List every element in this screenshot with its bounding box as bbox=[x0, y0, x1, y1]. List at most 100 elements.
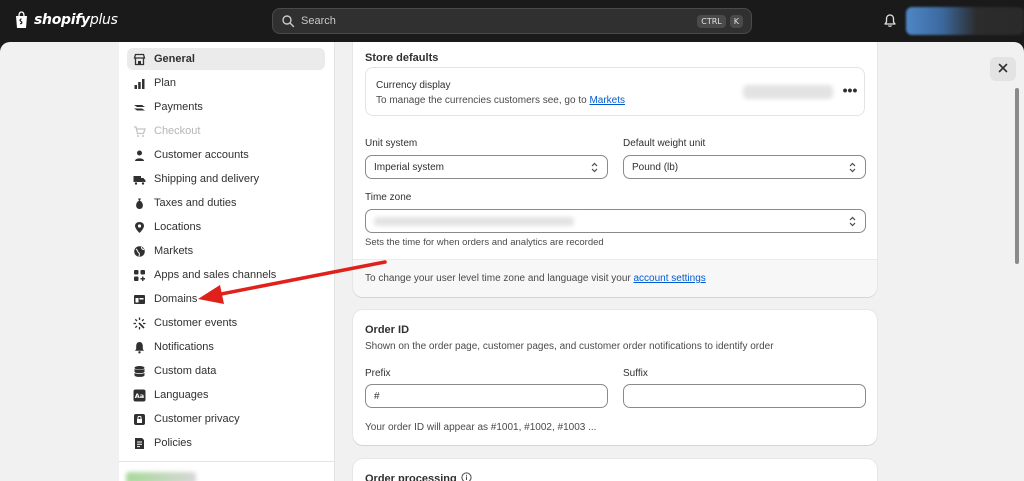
sidebar-item-label: Custom data bbox=[154, 365, 217, 377]
lock-icon bbox=[133, 413, 146, 426]
sidebar-item-shipping[interactable]: Shipping and delivery bbox=[127, 168, 325, 190]
sidebar-item-label: Markets bbox=[154, 245, 194, 257]
location-icon bbox=[133, 221, 146, 234]
suffix-input[interactable] bbox=[623, 384, 866, 408]
order-id-card: Order ID Shown on the order page, custom… bbox=[353, 310, 877, 445]
events-icon bbox=[133, 317, 146, 330]
order-id-desc: Shown on the order page, customer pages,… bbox=[365, 341, 774, 352]
sidebar-item-label: Locations bbox=[154, 221, 202, 233]
footer-desc: To change your user level time zone and … bbox=[365, 273, 631, 284]
select-chevron-icon bbox=[848, 162, 857, 173]
sidebar-item-notifications[interactable]: Notifications bbox=[127, 336, 325, 358]
store-defaults-card: Store defaults Currency display To manag… bbox=[353, 42, 877, 297]
cart-icon bbox=[133, 125, 146, 138]
sidebar-item-policies[interactable]: Policies bbox=[127, 432, 325, 454]
sidebar-item-payments[interactable]: Payments bbox=[127, 96, 325, 118]
payments-icon bbox=[133, 101, 146, 114]
language-icon: Aa bbox=[133, 389, 146, 402]
unit-system-value: Imperial system bbox=[374, 161, 445, 173]
shopify-bag-icon bbox=[14, 11, 29, 29]
logo-text: shopify bbox=[34, 12, 90, 28]
sidebar-item-label: Customer privacy bbox=[154, 413, 240, 425]
sidebar-item-apps[interactable]: Apps and sales channels bbox=[127, 264, 325, 286]
sidebar-item-label: Customer events bbox=[154, 317, 238, 329]
timezone-value-blurred bbox=[374, 217, 574, 226]
store-defaults-title: Store defaults bbox=[365, 52, 439, 64]
sidebar-item-label: Customer accounts bbox=[154, 149, 249, 161]
search-icon bbox=[281, 14, 295, 28]
sidebar-item-markets[interactable]: Markets bbox=[127, 240, 325, 262]
sidebar-item-label: Apps and sales channels bbox=[154, 269, 277, 281]
close-settings-button[interactable] bbox=[990, 57, 1016, 81]
sidebar-item-languages[interactable]: Aa Languages bbox=[127, 384, 325, 406]
sidebar-item-label: Plan bbox=[154, 77, 177, 89]
sidebar-item-custom-data[interactable]: Custom data bbox=[127, 360, 325, 382]
domains-icon bbox=[133, 293, 146, 306]
apps-icon bbox=[133, 269, 146, 282]
globe-icon bbox=[133, 245, 146, 258]
sidebar-item-label: General bbox=[154, 53, 195, 65]
store-defaults-footer: To change your user level time zone and … bbox=[353, 259, 877, 297]
info-icon[interactable] bbox=[461, 472, 472, 481]
currency-display-box: Currency display To manage the currencie… bbox=[365, 67, 865, 116]
sidebar-item-taxes[interactable]: Taxes and duties bbox=[127, 192, 325, 214]
sidebar-item-label: Languages bbox=[154, 389, 209, 401]
account-menu-blurred[interactable] bbox=[906, 7, 1024, 35]
store-icon bbox=[133, 53, 146, 66]
currency-display-desc: To manage the currencies customers see, … bbox=[376, 95, 625, 106]
scrollbar-thumb[interactable] bbox=[1015, 88, 1019, 264]
top-bar: shopifyplus Search CTRL K bbox=[0, 0, 1024, 42]
notifications-bell-icon[interactable] bbox=[882, 13, 898, 29]
sidebar-item-locations[interactable]: Locations bbox=[127, 216, 325, 238]
select-chevron-icon bbox=[848, 216, 857, 227]
weight-unit-value: Pound (lb) bbox=[632, 161, 679, 173]
settings-sheet: General Plan Payments Checkout Customer … bbox=[0, 42, 1024, 481]
currency-more-button[interactable]: ••• bbox=[840, 82, 860, 102]
prefix-value: # bbox=[374, 390, 380, 402]
sidebar-item-label: Payments bbox=[154, 101, 203, 113]
sidebar-item-plan[interactable]: Plan bbox=[127, 72, 325, 94]
order-processing-title-row: Order processing bbox=[365, 472, 472, 481]
order-processing-card: Order processing bbox=[353, 459, 877, 481]
sidebar-item-checkout[interactable]: Checkout bbox=[127, 120, 325, 142]
prefix-input[interactable]: # bbox=[365, 384, 608, 408]
timezone-select[interactable] bbox=[365, 209, 866, 233]
shopify-plus-logo[interactable]: shopifyplus bbox=[14, 11, 118, 29]
database-icon bbox=[133, 365, 146, 378]
currency-display-title: Currency display bbox=[376, 80, 451, 91]
order-id-title: Order ID bbox=[365, 324, 410, 336]
sidebar-item-label: Checkout bbox=[154, 125, 201, 137]
weight-unit-select[interactable]: Pound (lb) bbox=[623, 155, 866, 179]
sidebar-item-general[interactable]: General bbox=[127, 48, 325, 70]
order-processing-title: Order processing bbox=[365, 473, 457, 481]
account-settings-link[interactable]: account settings bbox=[634, 273, 706, 284]
svg-text:Aa: Aa bbox=[135, 392, 144, 400]
tax-icon bbox=[133, 197, 146, 210]
close-icon bbox=[998, 63, 1008, 76]
sidebar-item-domains[interactable]: Domains bbox=[127, 288, 325, 310]
sidebar-item-customer-privacy[interactable]: Customer privacy bbox=[127, 408, 325, 430]
shortcut-k: K bbox=[729, 14, 743, 28]
select-chevron-icon bbox=[590, 162, 599, 173]
sidebar-item-customer-events[interactable]: Customer events bbox=[127, 312, 325, 334]
bell-icon bbox=[133, 341, 146, 354]
sidebar-item-label: Taxes and duties bbox=[154, 197, 237, 209]
suffix-label: Suffix bbox=[623, 368, 648, 379]
order-id-preview: Your order ID will appear as #1001, #100… bbox=[365, 422, 597, 433]
sidebar-item-label: Notifications bbox=[154, 341, 214, 353]
unit-system-select[interactable]: Imperial system bbox=[365, 155, 608, 179]
store-switcher-blurred[interactable] bbox=[126, 472, 196, 481]
unit-system-label: Unit system bbox=[365, 138, 418, 149]
sidebar-item-label: Domains bbox=[154, 293, 198, 305]
logo-plus-text: plus bbox=[89, 12, 118, 28]
settings-main: Store defaults Currency display To manag… bbox=[335, 42, 1024, 481]
sidebar-item-label: Policies bbox=[154, 437, 192, 449]
shortcut-ctrl: CTRL bbox=[697, 14, 726, 28]
prefix-label: Prefix bbox=[365, 368, 391, 379]
markets-link[interactable]: Markets bbox=[589, 95, 625, 106]
currency-desc-text: To manage the currencies customers see, … bbox=[376, 95, 587, 106]
sidebar-item-customer-accounts[interactable]: Customer accounts bbox=[127, 144, 325, 166]
truck-icon bbox=[133, 173, 146, 186]
search-bar[interactable]: Search CTRL K bbox=[272, 8, 752, 34]
timezone-help-text: Sets the time for when orders and analyt… bbox=[365, 237, 604, 248]
